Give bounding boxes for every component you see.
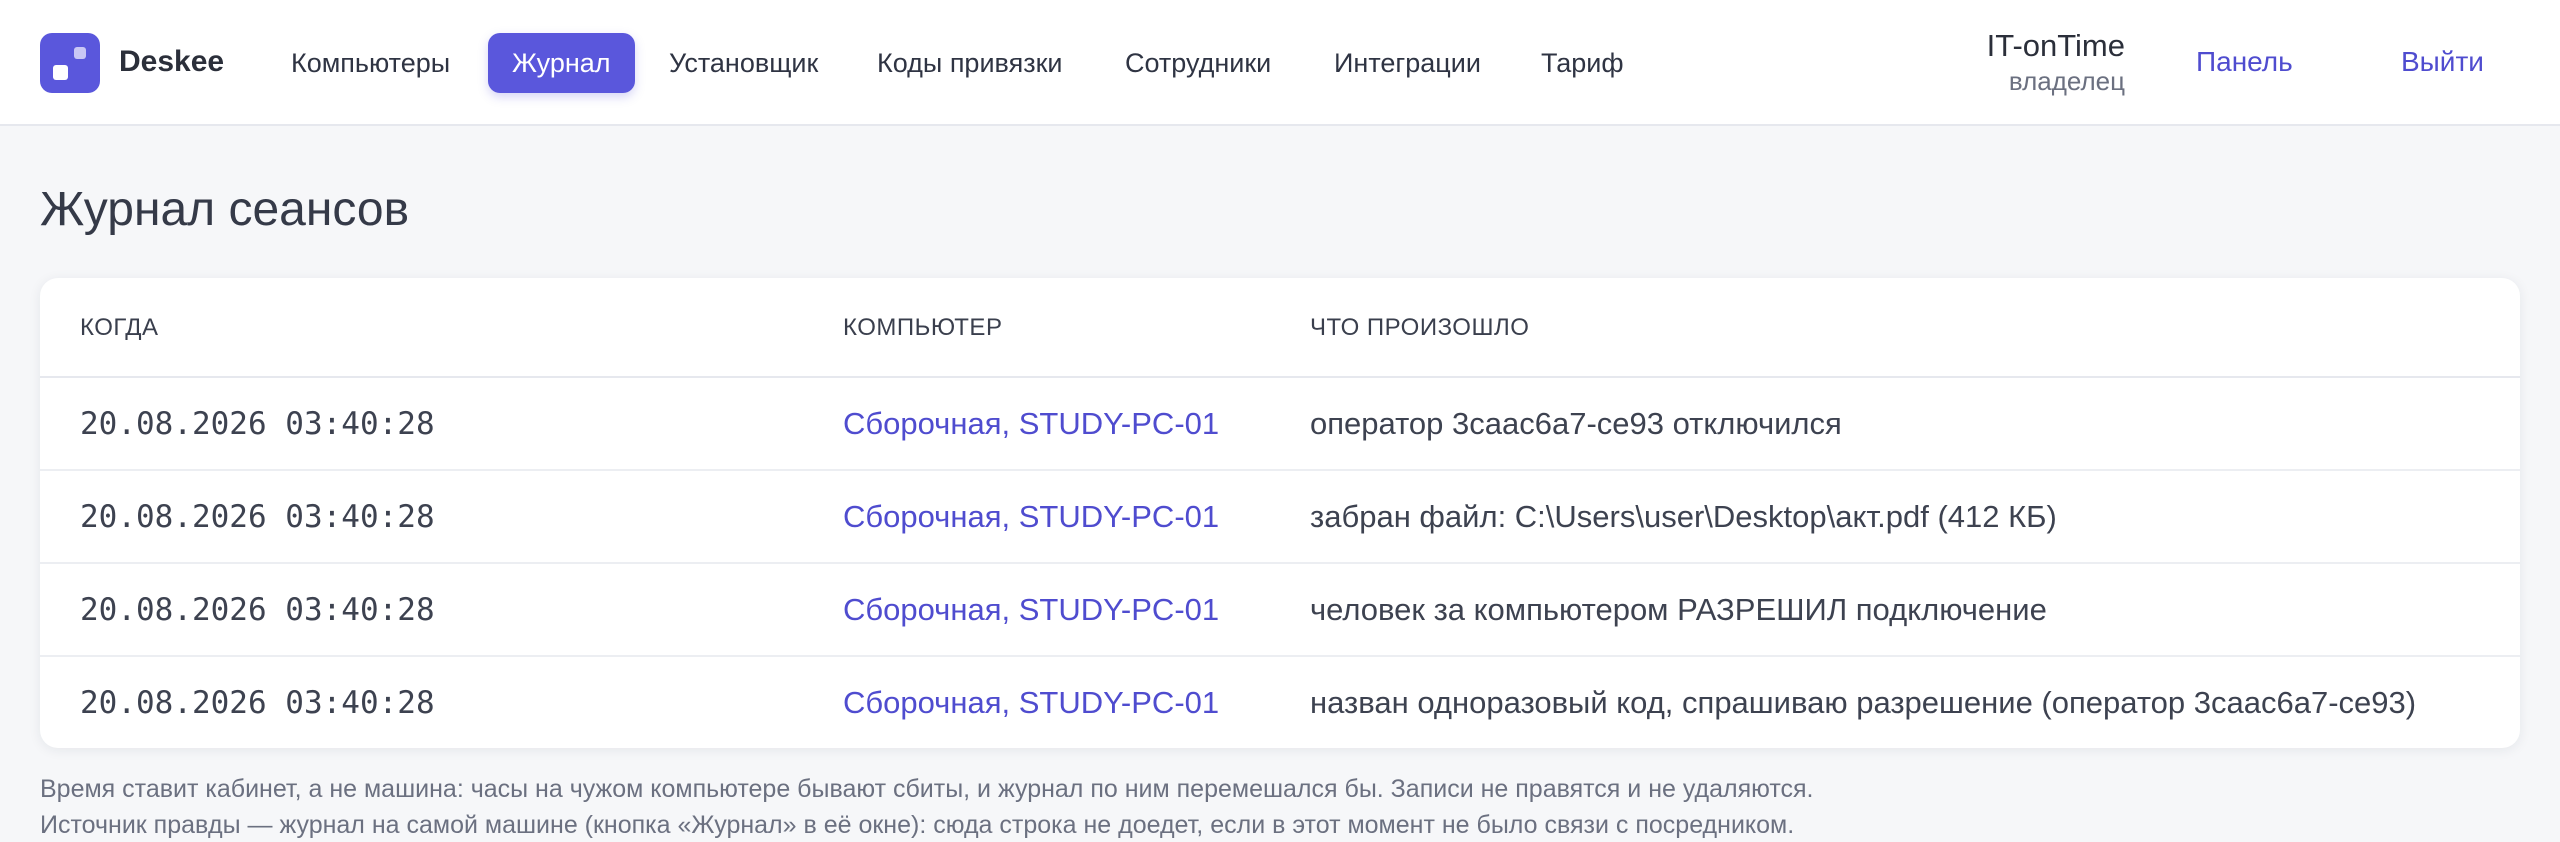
column-header-when: КОГДА <box>80 314 159 341</box>
table-row: 20.08.2026 03:40:28 Сборочная, STUDY-PC-… <box>40 564 2520 657</box>
deskee-logo-icon[interactable] <box>40 33 100 93</box>
sessions-table: КОГДА КОМПЬЮТЕР ЧТО ПРОИЗОШЛО 20.08.2026… <box>40 278 2520 748</box>
nav-item-binding-codes[interactable]: Коды привязки <box>853 33 1086 93</box>
nav-item-employees[interactable]: Сотрудники <box>1101 33 1295 93</box>
nav-item-journal[interactable]: Журнал <box>488 33 635 93</box>
footnote-source-of-truth: Источник правды — журнал на самой машине… <box>40 811 1795 839</box>
session-time: 20.08.2026 03:40:28 <box>80 499 435 535</box>
column-header-computer: КОМПЬЮТЕР <box>843 314 1003 341</box>
brand-name[interactable]: Deskee <box>119 42 224 82</box>
user-role: владелец <box>2008 66 2125 96</box>
top-navigation-bar: Deskee Компьютеры Журнал Установщик Коды… <box>0 0 2560 126</box>
nav-item-integrations[interactable]: Интеграции <box>1310 33 1505 93</box>
table-row: 20.08.2026 03:40:28 Сборочная, STUDY-PC-… <box>40 471 2520 564</box>
nav-item-computers[interactable]: Компьютеры <box>267 33 474 93</box>
session-time: 20.08.2026 03:40:28 <box>80 592 435 628</box>
footnote-time-source: Время ставит кабинет, а не машина: часы … <box>40 775 1814 803</box>
table-row: 20.08.2026 03:40:28 Сборочная, STUDY-PC-… <box>40 657 2520 748</box>
table-header: КОГДА КОМПЬЮТЕР ЧТО ПРОИЗОШЛО <box>40 278 2520 378</box>
organization-name: IT-onTime <box>1986 28 2125 63</box>
panel-link[interactable]: Панель <box>2196 42 2293 82</box>
event-description: человек за компьютером РАЗРЕШИЛ подключе… <box>1310 592 2047 627</box>
column-header-event: ЧТО ПРОИЗОШЛО <box>1310 314 1530 341</box>
page-title: Журнал сеансов <box>40 183 410 236</box>
logout-link[interactable]: Выйти <box>2401 42 2484 82</box>
nav-item-installer[interactable]: Установщик <box>645 33 842 93</box>
computer-link[interactable]: Сборочная, STUDY-PC-01 <box>843 590 1219 630</box>
event-description: забран файл: C:\Users\user\Desktop\акт.p… <box>1310 499 2057 534</box>
computer-link[interactable]: Сборочная, STUDY-PC-01 <box>843 404 1219 444</box>
session-time: 20.08.2026 03:40:28 <box>80 406 435 442</box>
nav-item-tariff[interactable]: Тариф <box>1517 33 1648 93</box>
event-description: оператор 3caac6a7-ce93 отключился <box>1310 406 1842 441</box>
computer-link[interactable]: Сборочная, STUDY-PC-01 <box>843 683 1219 723</box>
event-description: назван одноразовый код, спрашиваю разреш… <box>1310 685 2417 720</box>
table-row: 20.08.2026 03:40:28 Сборочная, STUDY-PC-… <box>40 378 2520 471</box>
session-time: 20.08.2026 03:40:28 <box>80 685 435 721</box>
computer-link[interactable]: Сборочная, STUDY-PC-01 <box>843 497 1219 537</box>
